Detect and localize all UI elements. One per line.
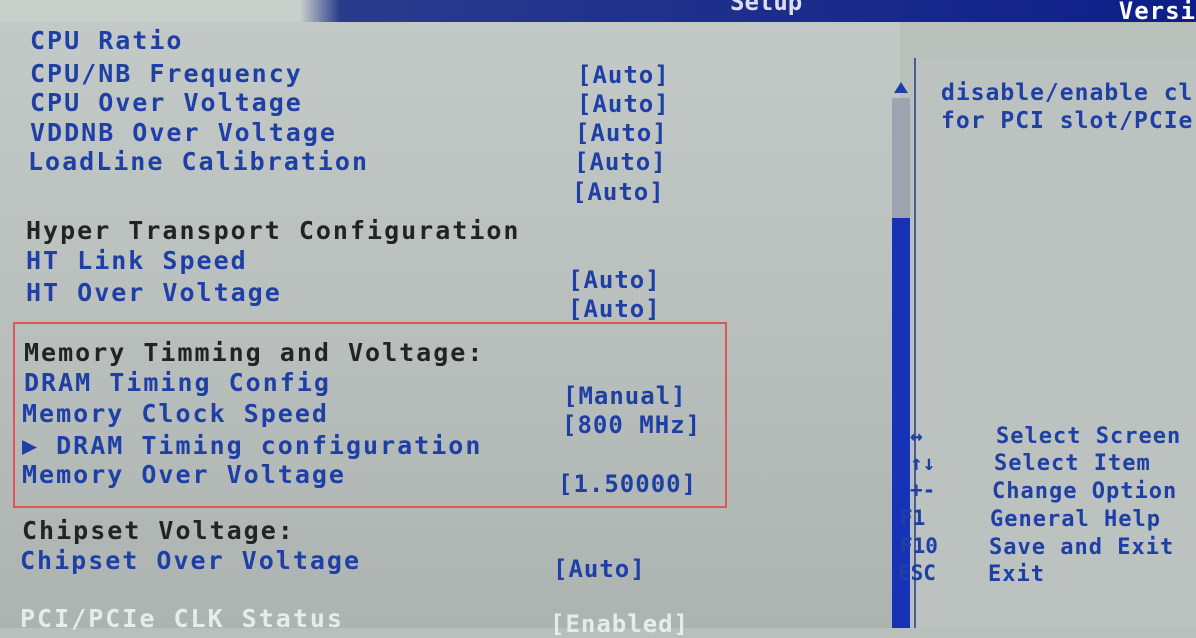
memory-clock-speed-item[interactable]: Memory Clock Speed [22,399,329,428]
version-label: Versi [1118,0,1196,25]
cpu-over-voltage-item[interactable]: CPU Over Voltage [30,88,303,117]
pci-clk-status-item[interactable]: PCI/PCIe CLK Status [20,604,344,633]
up-down-arrows-icon: ↑↓ [910,451,936,475]
title-bar: Setup Versi [0,0,1196,25]
memory-clock-speed-value[interactable]: [800 MHz] [562,411,701,439]
unlabeled-auto-value[interactable]: [Auto] [572,178,665,206]
memory-over-voltage-value[interactable]: [1.50000] [558,470,697,498]
cpu-nb-frequency-item[interactable]: CPU/NB Frequency [30,59,303,88]
ht-link-speed-item[interactable]: HT Link Speed [26,246,248,275]
ht-over-voltage-item[interactable]: HT Over Voltage [26,278,282,307]
f1-key: F1 [900,506,926,530]
settings-panel: CPU Ratio CPU/NB Frequency [Auto] CPU Ov… [0,22,900,638]
key-desc-exit: Exit [988,562,1045,587]
cpu-ratio-item[interactable]: CPU Ratio [30,26,183,55]
chipset-over-voltage-value[interactable]: [Auto] [553,555,646,583]
dram-timing-config-value[interactable]: [Manual] [563,382,687,410]
key-desc-save-and-exit: Save and Exit [989,535,1175,560]
vddnb-over-voltage-value[interactable]: [Auto] [575,119,668,147]
key-desc-select-item: Select Item [994,451,1151,476]
left-right-arrows-icon: ↔ [910,424,923,448]
setup-title: Setup [730,0,803,16]
chipset-heading: Chipset Voltage: [22,516,295,545]
help-panel: disable/enable cl for PCI slot/PCIe ↔ Se… [898,58,1196,628]
hyper-transport-heading: Hyper Transport Configuration [26,216,521,245]
f10-key: F10 [900,534,938,558]
key-desc-change-option: Change Option [992,479,1178,504]
loadline-calibration-item[interactable]: LoadLine Calibration [28,147,369,176]
vddnb-over-voltage-item[interactable]: VDDNB Over Voltage [30,118,337,147]
help-line-1: disable/enable cl [941,80,1194,106]
esc-key: ESC [898,561,936,585]
key-desc-select-screen: Select Screen [996,424,1182,449]
key-desc-general-help: General Help [990,507,1161,532]
ht-over-voltage-value[interactable]: [Auto] [568,295,661,323]
chipset-over-voltage-item[interactable]: Chipset Over Voltage [20,546,361,575]
memory-heading: Memory Timming and Voltage: [24,338,485,367]
cpu-nb-frequency-value[interactable]: [Auto] [577,61,670,89]
memory-over-voltage-item[interactable]: Memory Over Voltage [22,460,346,489]
help-line-2: for PCI slot/PCIe [941,108,1194,134]
loadline-calibration-value[interactable]: [Auto] [574,148,667,176]
ht-link-speed-value[interactable]: [Auto] [568,266,661,294]
scroll-up-arrow-icon[interactable] [894,82,908,93]
pci-clk-status-value[interactable]: [Enabled] [550,610,689,638]
cpu-over-voltage-value[interactable]: [Auto] [577,90,670,118]
dram-timing-config-item[interactable]: DRAM Timing Config [24,368,331,397]
dram-timing-configuration-submenu[interactable]: ▶ DRAM Timing configuration [22,431,482,460]
plus-minus-key: +- [910,478,936,502]
